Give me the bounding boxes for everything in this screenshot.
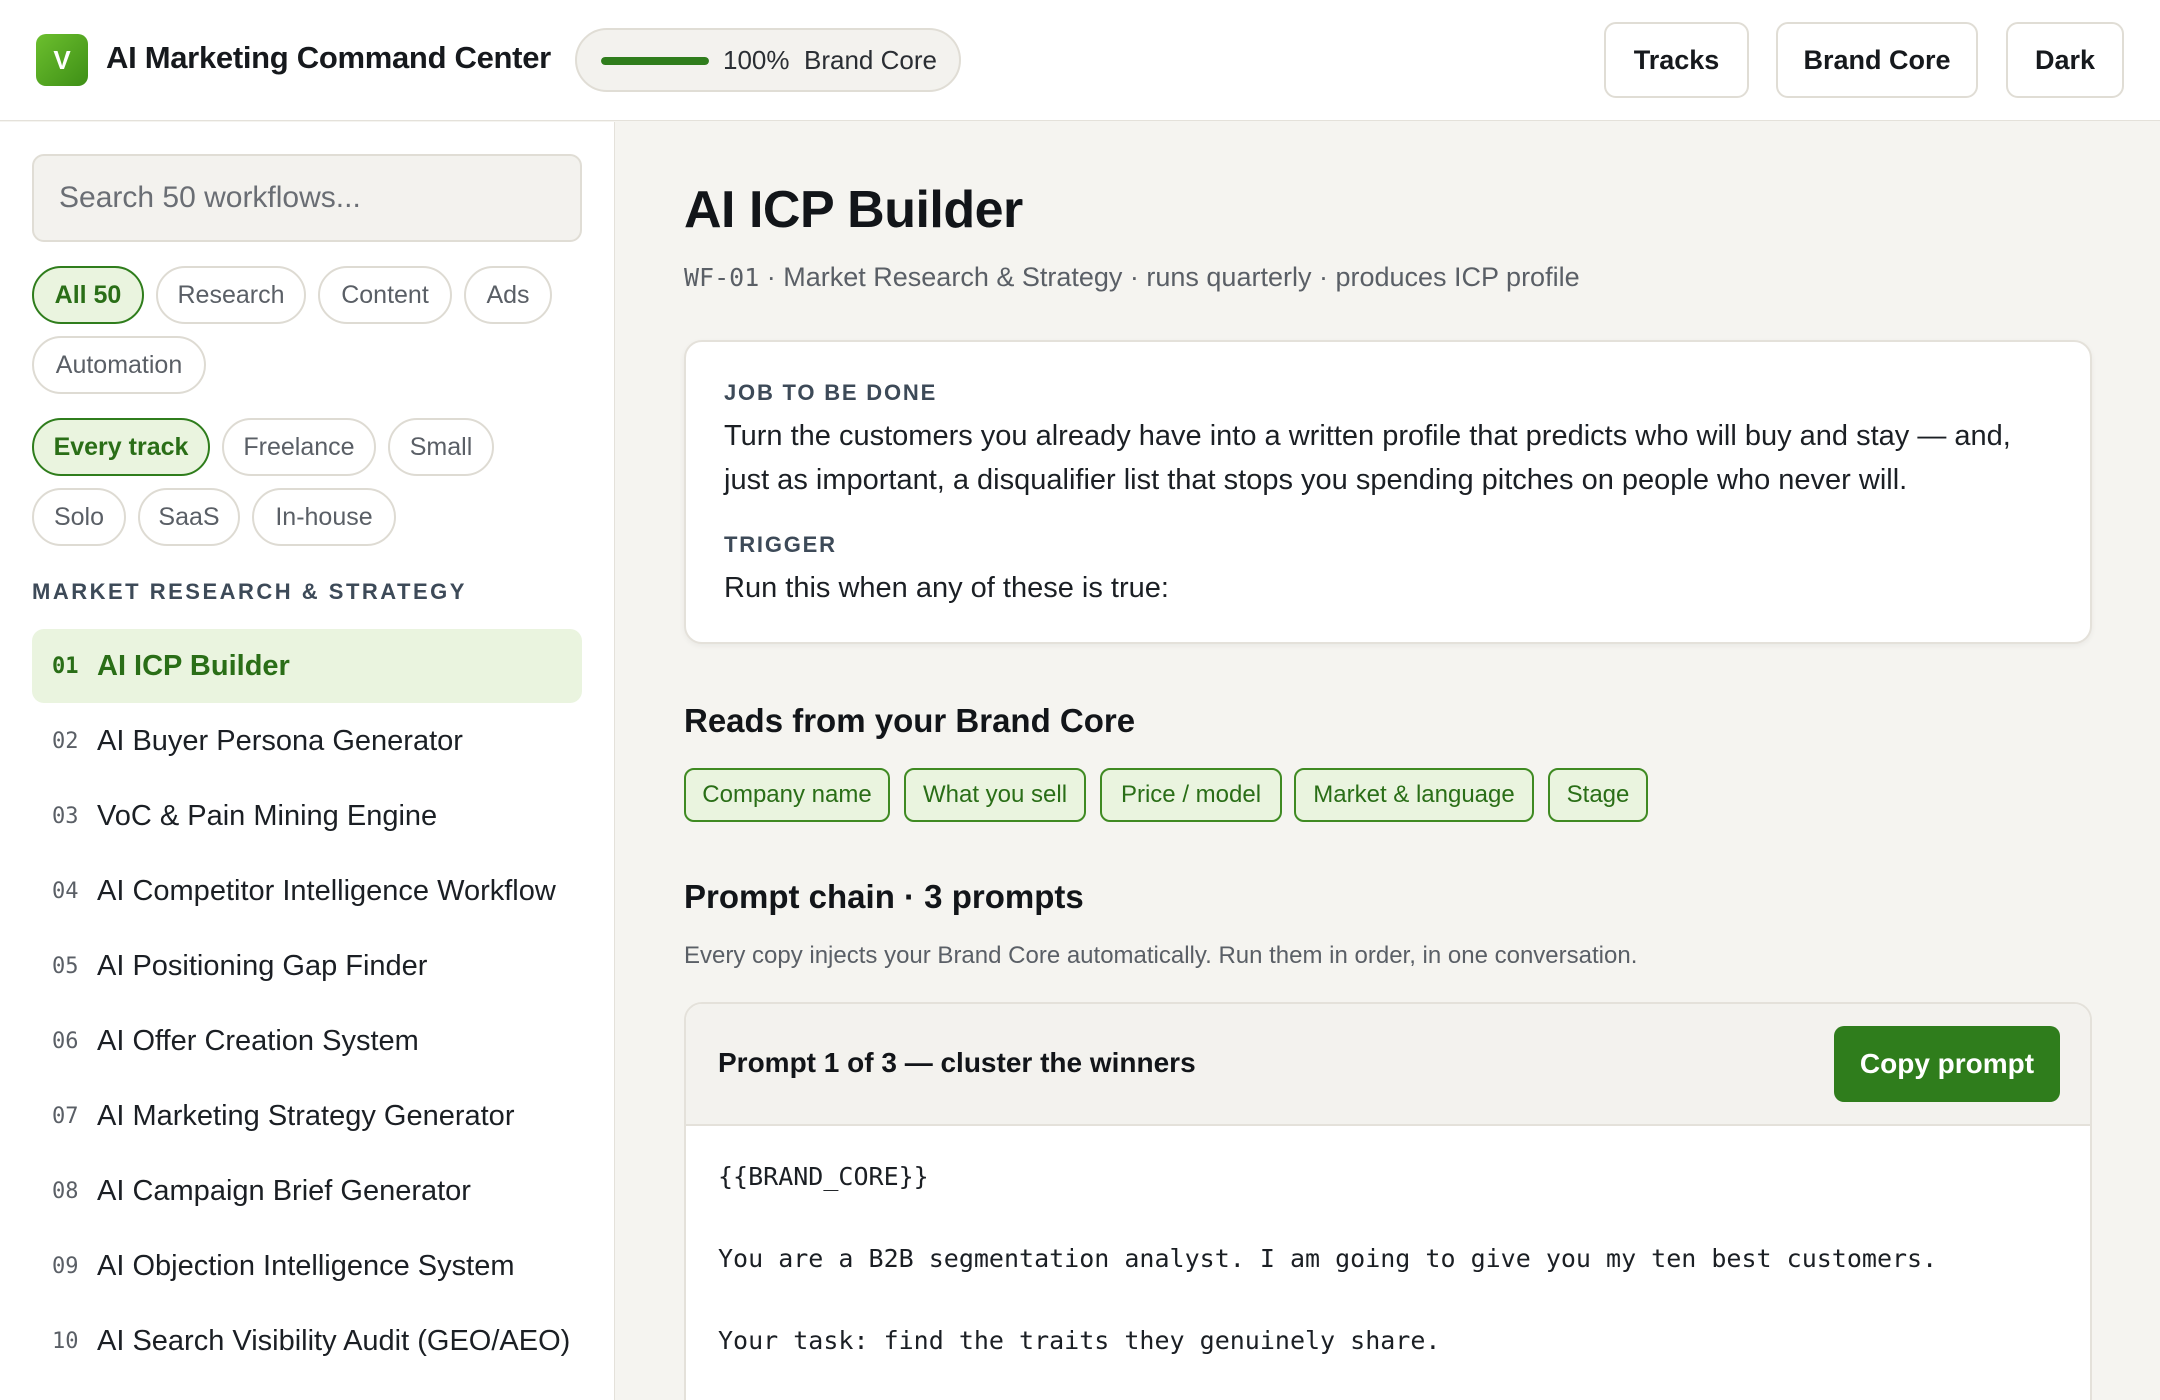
brand-core-tag: Company name bbox=[684, 768, 890, 822]
workflow-item-08[interactable]: 08 AI Campaign Brief Generator bbox=[32, 1154, 582, 1228]
track-saas[interactable]: SaaS bbox=[138, 488, 240, 546]
workflow-name: AI Buyer Persona Generator bbox=[97, 724, 463, 757]
workflow-number: 06 bbox=[52, 1028, 79, 1054]
trigger-text: Run this when any of these is true: bbox=[724, 572, 1169, 604]
workflow-name: AI Campaign Brief Generator bbox=[97, 1174, 471, 1207]
filter-research[interactable]: Research bbox=[156, 266, 306, 324]
filter-ads[interactable]: Ads bbox=[464, 266, 552, 324]
reads-heading: Reads from your Brand Core bbox=[684, 702, 1136, 739]
prompt-chain-note: Every copy injects your Brand Core autom… bbox=[684, 942, 1638, 969]
workflow-number: 08 bbox=[52, 1178, 79, 1204]
brand-core-tag: Price / model bbox=[1100, 768, 1282, 822]
workflow-item-02[interactable]: 02 AI Buyer Persona Generator bbox=[32, 704, 582, 778]
workflow-number: 05 bbox=[52, 953, 79, 979]
prompt-card: Prompt 1 of 3 — cluster the winners Copy… bbox=[684, 1002, 2092, 1400]
workflow-number: 10 bbox=[52, 1328, 79, 1354]
prompt-title: Prompt 1 of 3 — cluster the winners bbox=[718, 1047, 1196, 1078]
workflow-number: 03 bbox=[52, 803, 79, 829]
workflow-item-10[interactable]: 10 AI Search Visibility Audit (GEO/AEO) bbox=[32, 1304, 582, 1378]
prompt-chain-heading: Prompt chain · 3 prompts bbox=[684, 878, 1084, 915]
sidebar: All 50 Research Content Ads Automation E… bbox=[0, 122, 615, 1400]
prompt-line: Your task: find the traits they genuinel… bbox=[718, 1326, 1441, 1355]
workflow-item-05[interactable]: 05 AI Positioning Gap Finder bbox=[32, 929, 582, 1003]
dark-mode-button[interactable]: Dark bbox=[2006, 22, 2124, 98]
workflow-meta: WF-01 · Market Research & Strategy · run… bbox=[684, 262, 1580, 293]
track-in-house[interactable]: In-house bbox=[252, 488, 396, 546]
page-title: AI ICP Builder bbox=[684, 181, 1023, 239]
brand-core-tag: Stage bbox=[1548, 768, 1648, 822]
workflow-item-01[interactable]: 01 AI ICP Builder bbox=[32, 629, 582, 703]
brand-core-button[interactable]: Brand Core bbox=[1776, 22, 1978, 98]
workflow-name: AI Objection Intelligence System bbox=[97, 1249, 515, 1282]
prompt-line: {{BRAND_CORE}} bbox=[718, 1162, 929, 1191]
workflow-meta-details: · Market Research & Strategy · runs quar… bbox=[759, 262, 1580, 292]
top-bar: V AI Marketing Command Center 100% Brand… bbox=[0, 0, 2160, 121]
track-freelance[interactable]: Freelance bbox=[222, 418, 376, 476]
workflow-item-04[interactable]: 04 AI Competitor Intelligence Workflow bbox=[32, 854, 582, 928]
workflow-name: AI ICP Builder bbox=[97, 649, 290, 682]
workflow-item-07[interactable]: 07 AI Marketing Strategy Generator bbox=[32, 1079, 582, 1153]
track-every[interactable]: Every track bbox=[32, 418, 210, 476]
workflow-number: 01 bbox=[52, 653, 79, 679]
workflow-name: AI Positioning Gap Finder bbox=[97, 949, 428, 982]
filter-automation[interactable]: Automation bbox=[32, 336, 206, 394]
workflow-number: 04 bbox=[52, 878, 79, 904]
progress-bar-fill bbox=[601, 57, 709, 65]
workflow-item-06[interactable]: 06 AI Offer Creation System bbox=[32, 1004, 582, 1078]
filter-all[interactable]: All 50 bbox=[32, 266, 144, 324]
tracks-button[interactable]: Tracks bbox=[1604, 22, 1749, 98]
progress-label: Brand Core bbox=[804, 45, 937, 75]
prompt-card-header: Prompt 1 of 3 — cluster the winners Copy… bbox=[686, 1004, 2090, 1126]
workflow-item-09[interactable]: 09 AI Objection Intelligence System bbox=[32, 1229, 582, 1303]
workflow-code: WF-01 bbox=[684, 263, 760, 292]
filter-content[interactable]: Content bbox=[318, 266, 452, 324]
workflow-name: AI Search Visibility Audit (GEO/AEO) bbox=[97, 1324, 571, 1357]
app-logo: V bbox=[36, 34, 88, 86]
copy-prompt-button[interactable]: Copy prompt bbox=[1834, 1026, 2060, 1102]
workflow-name: AI Offer Creation System bbox=[97, 1024, 419, 1057]
brand-core-progress[interactable]: 100% Brand Core bbox=[575, 28, 961, 92]
trigger-label: TRIGGER bbox=[724, 532, 837, 557]
workflow-name: AI Marketing Strategy Generator bbox=[97, 1099, 515, 1132]
workflow-item-03[interactable]: 03 VoC & Pain Mining Engine bbox=[32, 779, 582, 853]
brand-core-tag: What you sell bbox=[904, 768, 1086, 822]
brand-core-tag: Market & language bbox=[1294, 768, 1534, 822]
prompt-line: You are a B2B segmentation analyst. I am… bbox=[718, 1244, 1938, 1273]
workflow-number: 02 bbox=[52, 728, 79, 754]
workflow-name: AI Competitor Intelligence Workflow bbox=[97, 874, 556, 907]
job-text: Turn the customers you already have into… bbox=[724, 420, 2011, 496]
section-label: MARKET RESEARCH & STRATEGY bbox=[32, 579, 467, 604]
search-input[interactable] bbox=[32, 154, 582, 242]
app-title: AI Marketing Command Center bbox=[106, 40, 551, 75]
workflow-number: 09 bbox=[52, 1253, 79, 1279]
progress-percent: 100% bbox=[723, 45, 790, 75]
progress-bar bbox=[601, 57, 709, 65]
workflow-name: VoC & Pain Mining Engine bbox=[97, 799, 438, 832]
job-label: JOB TO BE DONE bbox=[724, 380, 938, 405]
job-card: JOB TO BE DONE Turn the customers you al… bbox=[684, 340, 2092, 644]
track-small[interactable]: Small bbox=[388, 418, 494, 476]
workflow-number: 07 bbox=[52, 1103, 79, 1129]
track-solo[interactable]: Solo bbox=[32, 488, 126, 546]
